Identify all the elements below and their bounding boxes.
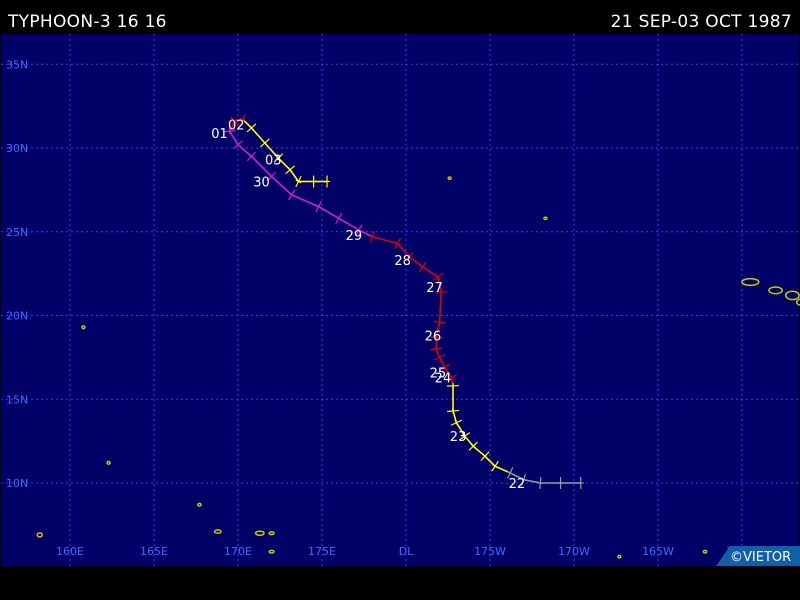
latitude-label: 10N (6, 477, 28, 490)
typhoon-track-map: 222324252627282930010203 35N30N25N20N15N… (0, 0, 800, 600)
longitude-label: 175W (474, 545, 506, 558)
day-label: 01 (211, 127, 228, 142)
day-label: 28 (394, 254, 411, 269)
day-label: 25 (430, 366, 447, 381)
day-label: 26 (425, 330, 442, 345)
latitude-label: 15N (6, 393, 28, 406)
ocean-area (1, 34, 799, 566)
longitude-label: 175E (308, 545, 336, 558)
longitude-label: 165E (140, 545, 168, 558)
date-range: 21 SEP-03 OCT 1987 (610, 12, 792, 32)
longitude-label: 170E (224, 545, 252, 558)
storm-title: TYPHOON-3 16 16 (8, 12, 167, 32)
day-label: 02 (228, 119, 245, 134)
day-label: 30 (253, 176, 270, 191)
day-label: 23 (450, 430, 467, 445)
latitude-label: 20N (6, 310, 28, 323)
credit-badge: ©VIETOR (716, 546, 800, 566)
latitude-label: 35N (6, 58, 28, 71)
day-label: 27 (426, 281, 443, 296)
day-label: 29 (346, 229, 363, 244)
latitude-label: 30N (6, 142, 28, 155)
longitude-label: 160E (56, 545, 84, 558)
longitude-label: 170W (558, 545, 590, 558)
day-label: 22 (509, 477, 526, 492)
longitude-label: DL (399, 545, 414, 558)
latitude-label: 25N (6, 226, 28, 239)
header-bar: TYPHOON-3 16 16 21 SEP-03 OCT 1987 (0, 0, 800, 34)
longitude-label: 165W (642, 545, 674, 558)
credit-text: ©VIETOR (730, 550, 791, 565)
day-label: 03 (265, 154, 282, 169)
